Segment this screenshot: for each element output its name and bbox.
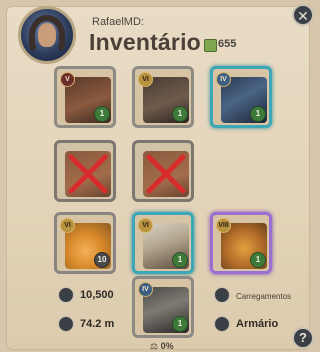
food-slot[interactable]: VIII 1 bbox=[210, 212, 272, 274]
tier-badge: IV bbox=[138, 282, 153, 297]
player-name: RafaelMD: bbox=[92, 16, 144, 28]
potion-slot[interactable]: VI 10 bbox=[54, 212, 116, 274]
fame-value: 10,500 bbox=[80, 289, 114, 301]
locked-x-icon bbox=[68, 154, 108, 194]
tier-badge: VIII bbox=[216, 218, 231, 233]
fame-icon bbox=[58, 287, 74, 303]
tier-badge: VI bbox=[138, 218, 153, 233]
loadouts-icon[interactable] bbox=[214, 287, 230, 303]
armor-slot[interactable]: VI 1 bbox=[132, 212, 194, 274]
close-button[interactable]: ✕ bbox=[292, 4, 314, 26]
tier-badge: V bbox=[60, 72, 75, 87]
locked-x-icon bbox=[146, 154, 186, 194]
helmet-slot[interactable]: VI 1 bbox=[132, 66, 194, 128]
wardrobe-label[interactable]: Armário bbox=[236, 318, 278, 330]
silver-icon bbox=[204, 39, 217, 52]
silver-amount: 655 bbox=[218, 38, 237, 50]
mount-slot[interactable]: IV 1 bbox=[132, 276, 194, 338]
count-badge: 1 bbox=[172, 316, 188, 332]
tier-badge: VI bbox=[60, 218, 75, 233]
cape-slot[interactable]: IV 1 bbox=[210, 66, 272, 128]
weight-percent: ⚖ 0% bbox=[150, 341, 174, 352]
count-badge: 1 bbox=[172, 106, 188, 122]
count-badge: 10 bbox=[94, 252, 110, 268]
count-badge: 1 bbox=[250, 106, 266, 122]
count-badge: 1 bbox=[250, 252, 266, 268]
tier-badge: IV bbox=[216, 72, 231, 87]
weight-icon bbox=[58, 316, 74, 332]
tier-badge: VI bbox=[138, 72, 153, 87]
count-badge: 1 bbox=[94, 106, 110, 122]
player-avatar[interactable] bbox=[18, 6, 76, 64]
loadouts-label[interactable]: Carregamentos bbox=[236, 292, 291, 301]
weight-percent-value: 0% bbox=[160, 341, 174, 351]
page-title: Inventário bbox=[89, 29, 201, 55]
weapon-slot-locked[interactable] bbox=[54, 140, 116, 202]
weight-percent-icon: ⚖ bbox=[150, 341, 159, 351]
help-button[interactable]: ? bbox=[292, 327, 314, 349]
wardrobe-icon[interactable] bbox=[214, 316, 230, 332]
avatar-face bbox=[38, 23, 56, 47]
offhand-slot-locked[interactable] bbox=[132, 140, 194, 202]
bag-slot[interactable]: V 1 bbox=[54, 66, 116, 128]
weight-value: 74.2 m bbox=[80, 318, 115, 330]
count-badge: 1 bbox=[172, 252, 188, 268]
